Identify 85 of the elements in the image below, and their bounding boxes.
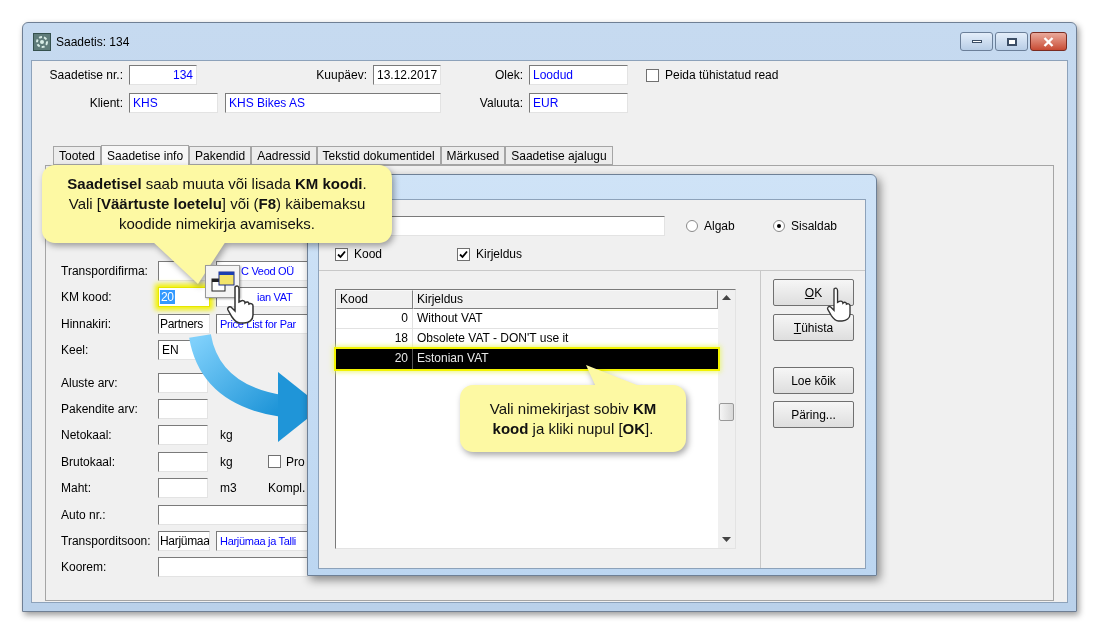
dialog-button[interactable]: Tühista (773, 314, 854, 341)
tooltip-text: Saadetisel saab muuta või lisada KM koodi. Vali [Väärtuste loetelu] või (F8) käibemaksu koodide nimekirja avamiseks. (66, 174, 368, 234)
field-label: Hinnakiri: (61, 315, 112, 333)
text-field[interactable]: 134 (129, 65, 197, 85)
text-field[interactable] (158, 372, 208, 393)
code-field[interactable]: Harjümaa (158, 530, 210, 551)
tab[interactable]: Saadetise ajalugu (505, 146, 613, 165)
app-icon (33, 32, 51, 51)
checkbox[interactable] (268, 455, 281, 469)
radio-button[interactable] (773, 220, 785, 232)
column-header[interactable]: Kirjeldus (413, 290, 718, 309)
dialog-button[interactable]: Päring... (773, 401, 854, 428)
field-label: Auto nr.: (61, 506, 107, 524)
unit-label: kg (220, 427, 234, 445)
unit-label: m3 (220, 480, 238, 498)
scrollbar[interactable] (718, 290, 735, 548)
tab[interactable]: Märkused (440, 146, 506, 165)
text-field[interactable]: EUR (529, 93, 628, 113)
checkbox[interactable] (646, 68, 659, 82)
field-label: Olek: (494, 67, 523, 84)
description-cell-text: Obsolete VAT - DON'T use it (416, 330, 570, 347)
field-label: Pakendite arv: (61, 400, 139, 418)
windows-icon (210, 270, 235, 293)
checkbox[interactable] (457, 247, 470, 261)
code-cell: 20 (336, 349, 413, 369)
code-field[interactable]: Partners (158, 313, 210, 334)
checkbox-label: Kirjeldus (476, 246, 523, 263)
field-label: Netokaal: (61, 427, 113, 445)
radio-button[interactable] (686, 220, 698, 232)
radio-label: Algab (704, 218, 735, 235)
maximize-icon (1006, 37, 1017, 46)
text-field[interactable] (158, 557, 308, 578)
scroll-up-icon[interactable] (722, 295, 731, 300)
tab[interactable]: Tooted (53, 146, 102, 165)
text-field[interactable]: KHS (129, 93, 218, 113)
dialog-button[interactable]: OK (773, 279, 854, 306)
field-label: Maht: (61, 480, 92, 498)
tooltip-text: Vali nimekirjast sobiv KM kood ja kliki nupul [OK]. (488, 398, 658, 439)
tab[interactable]: Tekstid dokumentidel (316, 146, 441, 165)
code-cell: 0 (336, 309, 413, 328)
text-field[interactable] (158, 425, 208, 446)
text-field[interactable] (158, 478, 208, 499)
value-list-button[interactable] (205, 265, 240, 298)
field-label: Keel: (61, 342, 90, 360)
tab[interactable]: Pakendid (189, 146, 252, 165)
text-field[interactable]: 13.12.2017 (373, 65, 441, 85)
checkbox-label: Pro (286, 453, 305, 471)
tab[interactable]: Saadetise info (101, 145, 190, 166)
name-field[interactable]: Harjümaa ja Talli (216, 530, 308, 551)
field-label: Koorem: (61, 559, 108, 577)
minimize-button[interactable] (960, 32, 993, 51)
maximize-button[interactable] (995, 32, 1028, 51)
close-button[interactable] (1030, 32, 1067, 51)
list-row[interactable]: 0 Without VAT (336, 309, 718, 329)
list-row[interactable]: 20 Estonian VAT (336, 349, 718, 369)
checkbox-label: Peida tühistatud read (665, 67, 779, 84)
field-label: Saadetise nr.: (48, 67, 123, 84)
description-cell-text: Without VAT (416, 310, 484, 327)
text-field[interactable] (158, 504, 308, 525)
text-field[interactable] (158, 451, 208, 472)
tab[interactable]: Aadressid (251, 146, 317, 165)
field-label: Valuuta: (478, 95, 523, 112)
text-field[interactable]: KHS Bikes AS (225, 93, 441, 113)
checkbox-label: Kood (354, 246, 383, 263)
radio-label: Sisaldab (791, 218, 838, 235)
field-label: Kuupäev: (315, 67, 367, 84)
field-label: Transporditsoon: (61, 532, 152, 550)
field-label: Brutokaal: (61, 453, 117, 471)
checkbox[interactable] (335, 247, 348, 261)
scrollbar-thumb[interactable] (719, 403, 734, 421)
text-field[interactable]: Loodud (529, 65, 628, 85)
field-label: Aluste arv: (61, 374, 119, 392)
unit-label: kg (220, 453, 234, 471)
field-label: KM kood: (61, 289, 113, 307)
field-label: Klient: (88, 95, 123, 112)
minimize-icon (971, 40, 982, 43)
scroll-down-icon[interactable] (722, 537, 731, 542)
field-label: Transpordifirma: (61, 263, 149, 280)
window-title: Saadetis: 134 (56, 33, 130, 51)
text-field[interactable] (158, 398, 208, 419)
field-label: Kompl. (268, 480, 306, 498)
dialog-button[interactable]: Loe kõik (773, 367, 854, 394)
column-header[interactable]: Kood (336, 290, 413, 309)
close-icon (1043, 36, 1054, 47)
description-cell-text: Estonian VAT (416, 350, 490, 367)
